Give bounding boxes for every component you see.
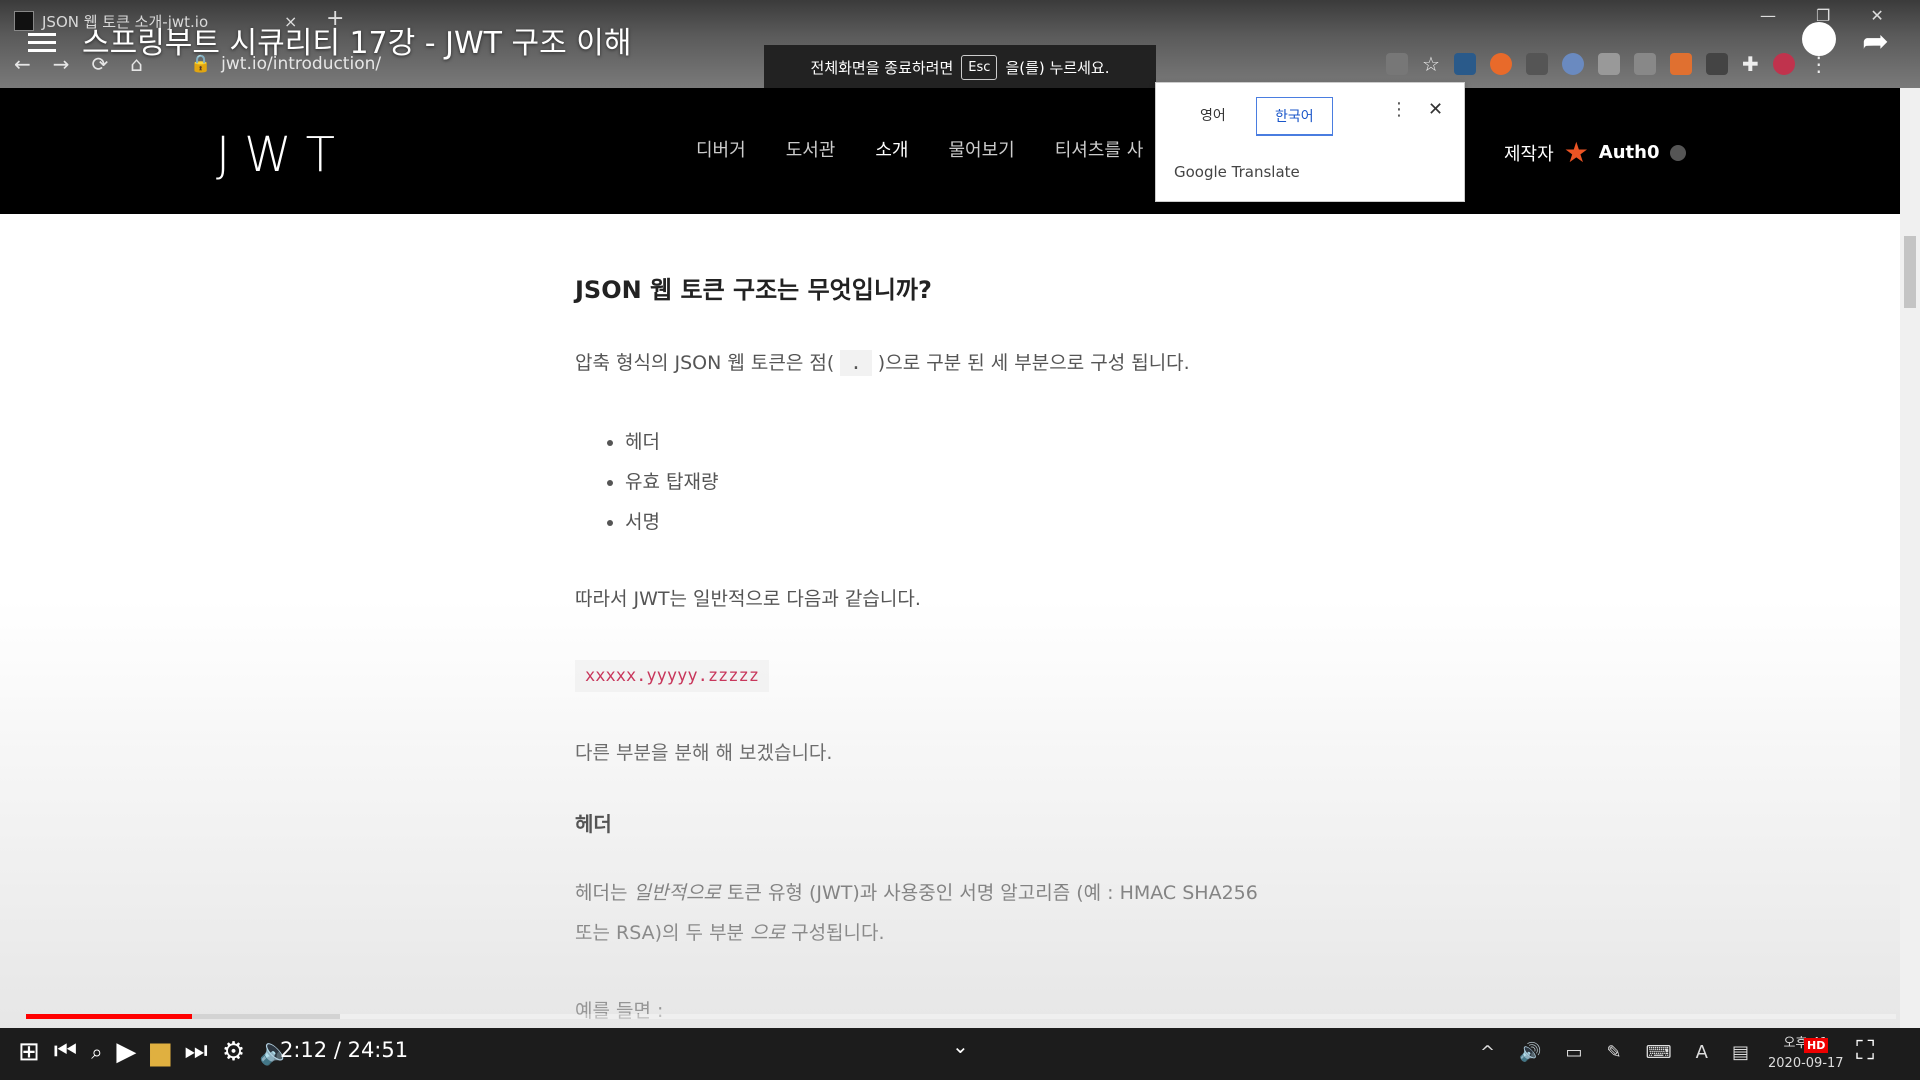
speaker-icon[interactable]: 🔊 [1519, 1042, 1541, 1063]
intro-dot: . [840, 350, 872, 376]
article-heading: JSON 웹 토큰 구조는 무엇입니까? [575, 276, 932, 304]
fullscreen-toast: 전체화면을 종료하려면 Esc 을(를) 누르세요. [764, 45, 1156, 89]
lock-icon: 🔒 [190, 54, 212, 74]
header-p2-after: 구성됩니다. [791, 922, 885, 944]
subtitles-icon[interactable]: ▤ [1732, 1042, 1749, 1063]
credit-label: 제작자 [1504, 143, 1554, 165]
lang-source[interactable]: 영어 [1182, 97, 1244, 133]
credit[interactable]: 제작자 ★ Auth0 [1504, 136, 1686, 169]
extension-icon[interactable] [1561, 53, 1584, 75]
scrollbar-thumb[interactable] [1904, 236, 1916, 308]
header-p2-em: 으로 [750, 922, 786, 944]
intro-after: )으로 구분 된 세 부분으로 구성 됩니다. [877, 352, 1190, 374]
extension-icon[interactable] [1489, 53, 1512, 75]
home-icon[interactable]: ⌂ [130, 52, 143, 76]
progress-played [26, 1014, 192, 1019]
watch-later-icon[interactable] [1802, 22, 1836, 56]
next-icon[interactable]: ⏭ [184, 1036, 207, 1067]
more-options-icon[interactable]: ⋮ [1390, 99, 1408, 120]
intro-before: 압축 형식의 JSON 웹 토큰은 점( [575, 352, 835, 374]
play-icon[interactable]: ▶ [116, 1037, 136, 1067]
system-tray: ^ 🔊 ▭ ✎ ⌨ A ▤ [1480, 1042, 1749, 1063]
battery-icon[interactable]: ▭ [1566, 1042, 1583, 1063]
list-item: 헤더 [625, 422, 718, 462]
intro-paragraph: 압축 형식의 JSON 웹 토큰은 점( . )으로 구분 된 세 부분으로 구… [575, 348, 1190, 376]
previous-icon[interactable]: ⏮ [54, 1036, 77, 1067]
time-display: 2:12 / 24:51 [280, 1038, 409, 1062]
player-overlay-gradient [0, 600, 1900, 1030]
hd-badge: HD [1804, 1038, 1829, 1053]
keyboard-icon[interactable]: ⌨ [1646, 1042, 1672, 1063]
translate-popup: 영어 한국어 ⋮ ✕ Google Translate [1155, 82, 1465, 202]
header-paragraph-line1: 헤더는 일반적으로 토큰 유형 (JWT)과 사용중인 서명 알고리즘 (예 :… [575, 878, 1258, 905]
header-paragraph-line2: 또는 RSA)의 두 부분 으로 구성됩니다. [575, 918, 885, 945]
browser-nav: ← → ⟳ ⌂ [14, 52, 143, 76]
back-icon[interactable]: ← [14, 52, 31, 76]
address-bar[interactable]: 🔒 jwt.io/introduction/ [190, 54, 381, 74]
esc-key: Esc [961, 54, 998, 80]
extension-toolbar: ☆ ✚ ⋮ [1386, 52, 1829, 76]
code-example: xxxxx.yyyyy.zzzzz [575, 660, 769, 692]
tray-up-icon[interactable]: ^ [1480, 1042, 1495, 1063]
toast-text-after: 을(를) 누르세요. [1005, 58, 1110, 77]
header-section-title: 헤더 [575, 812, 612, 836]
exit-fullscreen-icon[interactable]: ⛶ [1856, 1036, 1874, 1067]
extension-icon[interactable] [1633, 53, 1656, 75]
scrollbar[interactable] [1900, 88, 1920, 1028]
nav-ask[interactable]: 물어보기 [949, 136, 1015, 162]
url-text: jwt.io/introduction/ [221, 54, 382, 74]
jwt-logo[interactable]: JWT [216, 127, 349, 183]
extension-icon[interactable] [1669, 53, 1692, 75]
translate-icon[interactable] [1386, 53, 1408, 75]
eyedropper-icon[interactable] [1597, 53, 1620, 75]
nav-tshirts[interactable]: 티셔츠를 사 [1055, 136, 1144, 162]
nav-introduction[interactable]: 소개 [875, 136, 908, 162]
nav-debugger[interactable]: 디버거 [696, 136, 746, 162]
profile-avatar[interactable] [1772, 53, 1795, 75]
chevron-down-icon[interactable]: ⌄ [952, 1034, 969, 1058]
header-p1-em: 일반적으로 [633, 882, 721, 904]
breakdown-paragraph: 다른 부분을 분해 해 보겠습니다. [575, 742, 833, 764]
list-item: 서명 [625, 502, 718, 542]
folder-icon[interactable]: ▆ [150, 1037, 170, 1067]
nav-libraries[interactable]: 도서관 [786, 136, 836, 162]
minimize-icon[interactable]: — [1760, 6, 1776, 25]
parts-list: 헤더 유효 탑재량 서명 [575, 422, 718, 542]
pen-icon[interactable]: ✎ [1607, 1042, 1622, 1063]
header-p1-after: 토큰 유형 (JWT)과 사용중인 서명 알고리즘 (예 : HMAC SHA2… [726, 882, 1258, 904]
windows-start-icon[interactable]: ⊞ [18, 1037, 40, 1067]
info-icon [1669, 144, 1686, 161]
search-icon[interactable]: ⌕ [91, 1040, 102, 1064]
forward-icon[interactable]: → [53, 52, 70, 76]
toast-text-before: 전체화면을 종료하려면 [810, 58, 954, 77]
translate-brand: Google Translate [1174, 163, 1300, 181]
ime-icon[interactable]: A [1696, 1042, 1708, 1063]
header-p2-before: 또는 RSA)의 두 부분 [575, 922, 745, 944]
clock-date: 2020-09-17 [1768, 1056, 1844, 1071]
lang-target[interactable]: 한국어 [1256, 97, 1333, 136]
credit-brand: Auth0 [1598, 142, 1660, 163]
extension-icon[interactable] [1705, 53, 1728, 75]
settings-icon[interactable]: ⚙ [222, 1037, 245, 1067]
auth0-star-icon: ★ [1563, 136, 1589, 169]
share-icon[interactable]: ➦ [1862, 22, 1889, 60]
list-item: 유효 탑재량 [625, 462, 718, 502]
site-nav: 디버거 도서관 소개 물어보기 티셔츠를 사 [696, 136, 1143, 162]
extension-icon[interactable] [1453, 53, 1476, 75]
reload-icon[interactable]: ⟳ [92, 52, 109, 76]
header-p1-before: 헤더는 [575, 882, 628, 904]
puzzle-icon[interactable]: ✚ [1742, 52, 1759, 76]
bookmark-star-icon[interactable]: ☆ [1422, 52, 1440, 76]
close-icon[interactable]: ✕ [1428, 99, 1443, 120]
player-controls: ⊞ ⏮ ⌕ ▶ ▆ ⏭ ⚙ 🔈 [18, 1036, 292, 1067]
extension-icon[interactable] [1525, 53, 1548, 75]
typical-paragraph: 따라서 JWT는 일반적으로 다음과 같습니다. [575, 588, 921, 610]
